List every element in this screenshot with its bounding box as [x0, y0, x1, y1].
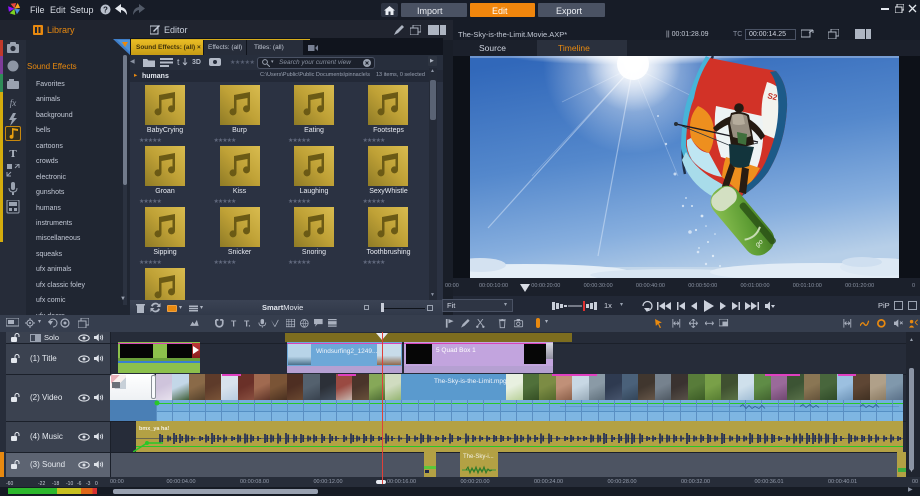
svg-text:fx: fx	[10, 98, 17, 108]
svg-text:t: t	[177, 57, 180, 67]
svg-text:T: T	[9, 148, 17, 160]
svg-text:T.: T.	[244, 319, 251, 328]
svg-text:T: T	[231, 319, 237, 328]
svg-text:?: ?	[103, 5, 108, 14]
